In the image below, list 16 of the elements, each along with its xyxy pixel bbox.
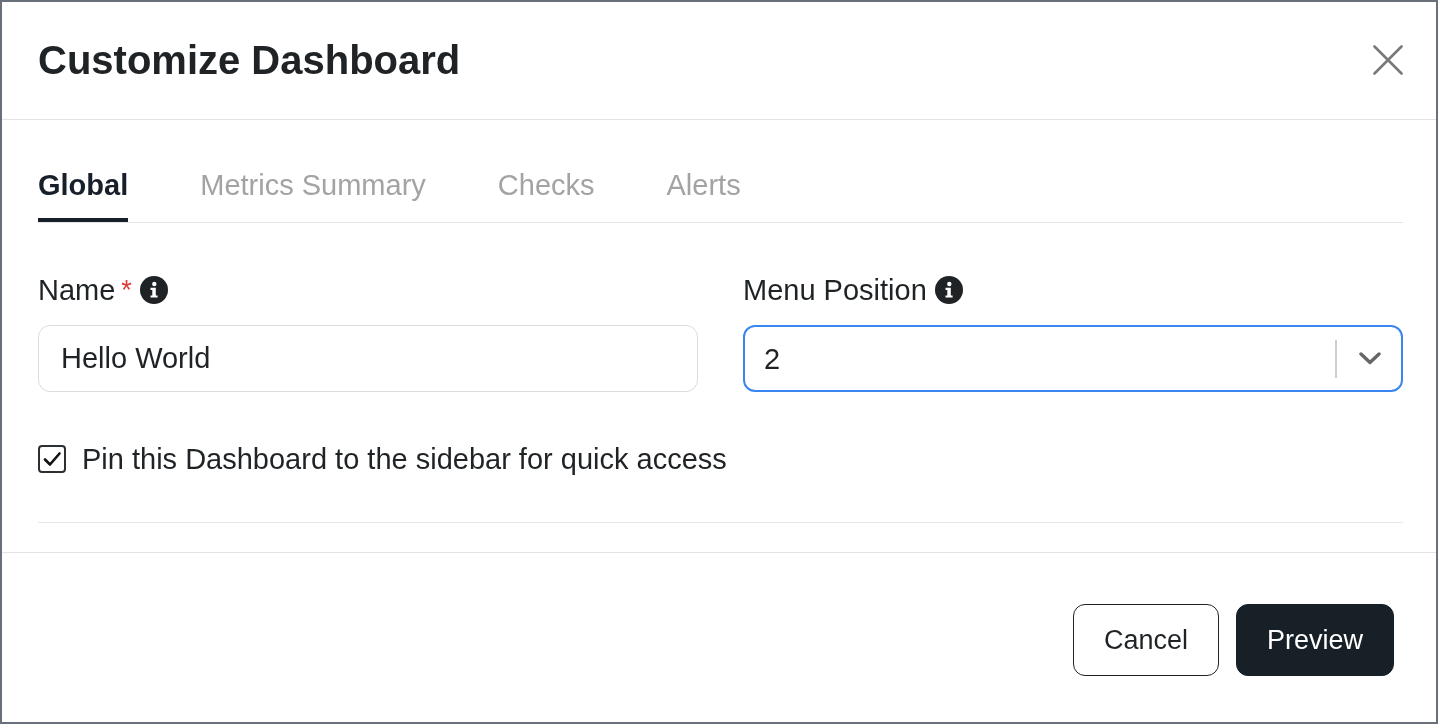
text-input[interactable]: Hello World [38, 325, 698, 392]
info-icon[interactable] [934, 276, 963, 304]
field-label: Name [38, 274, 116, 306]
checkbox[interactable] [38, 445, 66, 473]
dialog-title: Customize Dashboard [38, 36, 461, 83]
tab[interactable]: Global [38, 120, 129, 222]
close-icon[interactable] [1373, 44, 1403, 75]
check-icon [42, 449, 62, 469]
cancel-button[interactable]: Cancel [1072, 604, 1219, 676]
preview-button[interactable]: Preview [1235, 604, 1394, 676]
select-field[interactable]: 2 [743, 325, 1403, 392]
chevron-down-icon[interactable] [1359, 352, 1381, 365]
required-mark: * [121, 274, 132, 306]
info-icon[interactable] [139, 276, 168, 304]
field-label: Menu Position [743, 274, 927, 306]
checkbox-label[interactable]: Pin this Dashboard to the sidebar for quick access [82, 443, 727, 475]
